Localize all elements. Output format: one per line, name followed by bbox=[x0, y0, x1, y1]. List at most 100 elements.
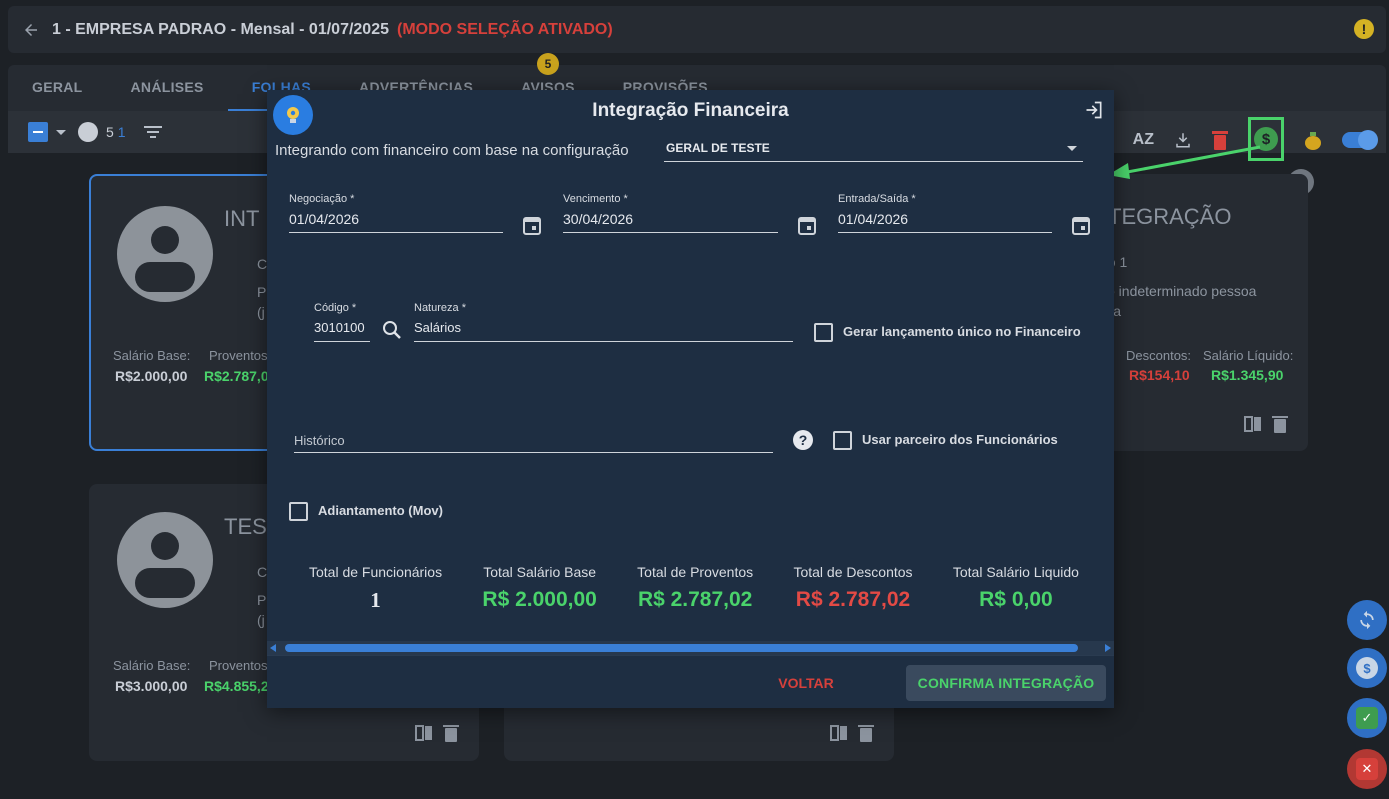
employee-contract: P bbox=[257, 592, 267, 608]
horizontal-scrollbar[interactable] bbox=[267, 641, 1114, 655]
annotation-arrow-icon bbox=[1108, 145, 1261, 179]
user-icon bbox=[78, 122, 98, 142]
config-select-value: GERAL DE TESTE bbox=[666, 141, 770, 155]
codigo-label: Código * bbox=[314, 302, 357, 314]
refresh-button[interactable] bbox=[1347, 600, 1387, 640]
total-label: Total Salário Base bbox=[483, 564, 597, 580]
employee-contract: P bbox=[257, 284, 267, 300]
salary-base-value: R$2.000,00 bbox=[115, 368, 188, 384]
total-value: R$ 0,00 bbox=[979, 588, 1053, 611]
config-select[interactable]: GERAL DE TESTE bbox=[664, 136, 1083, 162]
usar-parceiro-checkbox[interactable] bbox=[833, 431, 852, 450]
employee-card[interactable]: TEGRAÇÃO go 1 zo indeterminado pessoa li… bbox=[1100, 174, 1308, 451]
negociacao-input[interactable]: 01/04/2026 bbox=[289, 211, 503, 233]
calendar-icon[interactable] bbox=[523, 215, 541, 235]
avisos-count-badge: 5 bbox=[537, 53, 560, 75]
totals-row: Total de Funcionários 1 Total Salário Ba… bbox=[309, 564, 1079, 613]
salario-liquido-value: R$1.345,90 bbox=[1211, 367, 1284, 383]
natureza-field[interactable]: Natureza * Salários bbox=[414, 302, 793, 342]
descontos-value: R$154,10 bbox=[1129, 367, 1190, 383]
selected-count: 1 bbox=[117, 124, 126, 140]
config-label: Integrando com financeiro com base na co… bbox=[275, 142, 629, 159]
filter-icon[interactable] bbox=[143, 126, 162, 138]
total-label: Total de Proventos bbox=[637, 564, 754, 580]
employee-role: C bbox=[257, 256, 268, 272]
employee-contract: zo indeterminado pessoa bbox=[1100, 283, 1257, 299]
codigo-input[interactable]: 3010100 bbox=[314, 320, 370, 342]
compare-icon[interactable] bbox=[1244, 415, 1262, 433]
avatar bbox=[117, 206, 213, 302]
check-icon: ✓ bbox=[1356, 707, 1378, 729]
exit-icon[interactable] bbox=[1084, 100, 1104, 120]
employee-role: C bbox=[257, 564, 268, 580]
salary-base-label: Salário Base: bbox=[113, 658, 191, 673]
natureza-input[interactable]: Salários bbox=[414, 320, 793, 342]
financial-integration-dialog: Integração Financeira Integrando com fin… bbox=[267, 90, 1114, 708]
usar-parceiro-label: Usar parceiro dos Funcionários bbox=[862, 432, 1058, 447]
calendar-icon[interactable] bbox=[798, 215, 816, 235]
dollar-icon: $ bbox=[1356, 657, 1378, 679]
total-funcionarios: Total de Funcionários 1 bbox=[309, 564, 442, 613]
search-icon[interactable] bbox=[382, 320, 402, 340]
help-icon[interactable]: ? bbox=[793, 430, 813, 450]
money-bag-icon[interactable] bbox=[1304, 130, 1322, 150]
reject-button[interactable]: ✕ bbox=[1347, 749, 1387, 789]
gerar-lancamento-checkbox[interactable] bbox=[814, 323, 833, 342]
dialog-title: Integração Financeira bbox=[592, 100, 789, 121]
chevron-down-icon bbox=[1067, 146, 1077, 151]
view-toggle[interactable] bbox=[1342, 130, 1378, 150]
money-button[interactable]: $ bbox=[1347, 648, 1387, 688]
codigo-field[interactable]: Código * 3010100 bbox=[314, 302, 370, 342]
negociacao-field[interactable]: Negociação * 01/04/2026 bbox=[289, 193, 503, 233]
adiantamento-label: Adiantamento (Mov) bbox=[318, 503, 443, 518]
tab-analises[interactable]: ANÁLISES bbox=[107, 65, 228, 111]
avatar bbox=[117, 512, 213, 608]
vencimento-field[interactable]: Vencimento * 30/04/2026 bbox=[563, 193, 778, 233]
negociacao-label: Negociação * bbox=[289, 193, 355, 205]
proventos-value: R$4.855,2 bbox=[204, 678, 269, 694]
compare-icon[interactable] bbox=[830, 724, 848, 742]
total-proventos: Total de Proventos R$ 2.787,02 bbox=[637, 564, 753, 613]
delete-icon[interactable] bbox=[858, 724, 876, 742]
back-arrow-icon[interactable] bbox=[20, 19, 42, 41]
proventos-label: Proventos bbox=[209, 658, 268, 673]
chevron-down-icon[interactable] bbox=[56, 129, 66, 135]
salario-liquido-label: Salário Líquido: bbox=[1203, 348, 1294, 363]
confirm-integration-button[interactable]: CONFIRMA INTEGRAÇÃO bbox=[906, 665, 1106, 701]
total-salario-liquido: Total Salário Liquido R$ 0,00 bbox=[953, 564, 1079, 613]
historico-input[interactable]: Histórico bbox=[294, 427, 773, 453]
delete-icon[interactable] bbox=[443, 724, 461, 742]
top-header: 1 - EMPRESA PADRAO - Mensal - 01/07/2025… bbox=[8, 6, 1386, 53]
total-value: R$ 2.787,02 bbox=[795, 588, 911, 611]
adiantamento-checkbox[interactable] bbox=[289, 502, 308, 521]
entrada-saida-field[interactable]: Entrada/Saída * 01/04/2026 bbox=[838, 193, 1052, 233]
scroll-thumb[interactable] bbox=[285, 644, 1078, 652]
entrada-saida-input[interactable]: 01/04/2026 bbox=[838, 211, 1052, 233]
proventos-value: R$2.787,0 bbox=[204, 368, 269, 384]
compare-icon[interactable] bbox=[415, 724, 433, 742]
select-all-checkbox[interactable] bbox=[28, 122, 48, 142]
descontos-label: Descontos: bbox=[1126, 348, 1192, 363]
scroll-left-icon[interactable] bbox=[270, 644, 276, 652]
scroll-right-icon[interactable] bbox=[1105, 644, 1111, 652]
total-label: Total de Descontos bbox=[793, 564, 913, 580]
warning-icon[interactable]: ! bbox=[1354, 19, 1374, 39]
gerar-lancamento-label: Gerar lançamento único no Financeiro bbox=[843, 324, 1081, 339]
total-value: R$ 2.000,00 bbox=[482, 588, 597, 611]
employee-contract-detail: (j bbox=[257, 612, 265, 628]
total-value: 1 bbox=[370, 588, 381, 612]
refresh-icon bbox=[1360, 610, 1374, 630]
total-salario-base: Total Salário Base R$ 2.000,00 bbox=[482, 564, 596, 613]
calendar-icon[interactable] bbox=[1072, 215, 1090, 235]
employee-name: INT bbox=[224, 206, 260, 231]
employee-contract-detail: (j bbox=[257, 304, 265, 320]
total-label: Total de Funcionários bbox=[309, 564, 443, 580]
delete-icon[interactable] bbox=[1272, 415, 1290, 433]
vencimento-input[interactable]: 30/04/2026 bbox=[563, 211, 778, 233]
natureza-label: Natureza * bbox=[414, 302, 466, 314]
total-label: Total Salário Liquido bbox=[952, 564, 1079, 580]
approve-button[interactable]: ✓ bbox=[1347, 698, 1387, 738]
tab-geral[interactable]: GERAL bbox=[8, 65, 107, 111]
close-icon: ✕ bbox=[1356, 758, 1378, 780]
back-button[interactable]: VOLTAR bbox=[765, 675, 847, 695]
